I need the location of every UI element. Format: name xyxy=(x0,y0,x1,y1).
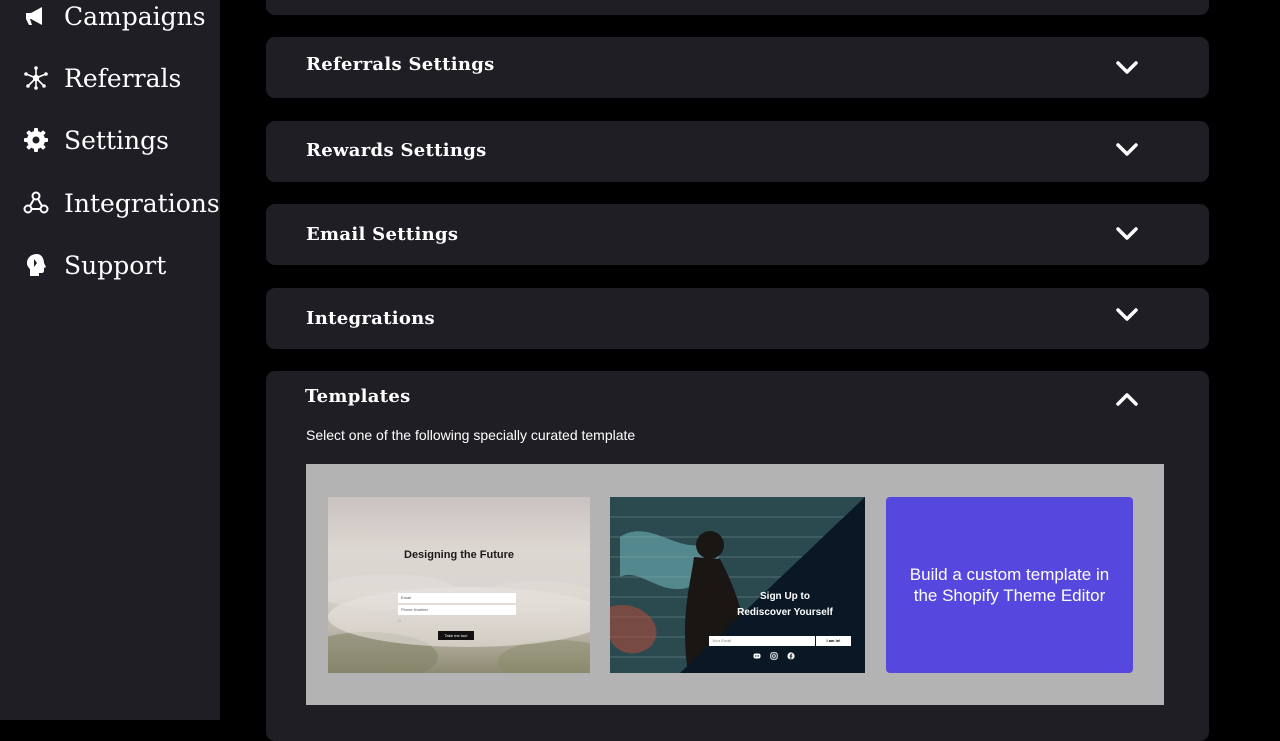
chevron-down-icon[interactable] xyxy=(1115,307,1139,323)
custom-template-text: Build a custom template in the Shopify T… xyxy=(909,565,1110,605)
webhook-icon xyxy=(23,191,49,214)
sidebar-item-label: Integrations xyxy=(64,188,220,218)
signup-button: I am in! xyxy=(816,636,851,646)
support-head-icon xyxy=(27,254,46,276)
panel-title: Email Settings xyxy=(306,224,459,245)
gear-icon xyxy=(24,128,48,152)
sidebar-item-support[interactable]: Support xyxy=(22,245,166,285)
main-content: Referrals Settings Rewards Settings Emai… xyxy=(220,0,1280,741)
chevron-down-icon[interactable] xyxy=(1115,60,1139,76)
panel-templates: Templates Select one of the following sp… xyxy=(266,371,1209,741)
phone-field: Phone Number xyxy=(398,605,516,615)
chevron-down-icon[interactable] xyxy=(1115,226,1139,242)
megaphone-icon xyxy=(26,7,42,25)
sidebar-item-campaigns[interactable]: Campaigns xyxy=(22,0,206,36)
sidebar-item-integrations[interactable]: Integrations xyxy=(22,183,220,223)
sidebar-item-label: Referrals xyxy=(64,63,182,93)
template-card-title: Sign Up to Rediscover Yourself xyxy=(737,591,833,618)
sidebar-item-referrals[interactable]: Referrals xyxy=(22,58,181,98)
template-card-designing-future[interactable]: Designing the Future Email Phone Number … xyxy=(328,497,590,673)
templates-subtitle: Select one of the following specially cu… xyxy=(306,427,636,443)
sidebar-item-label: Settings xyxy=(64,125,169,155)
template-gallery: Designing the Future Email Phone Number … xyxy=(306,464,1164,705)
panel-referrals-settings[interactable]: Referrals Settings xyxy=(266,37,1209,98)
discord-icon xyxy=(753,653,761,659)
sidebar-item-label: Campaigns xyxy=(64,1,206,31)
signup-button: Take me too! xyxy=(438,631,474,640)
panel-title: Referrals Settings xyxy=(306,54,495,75)
chevron-down-icon[interactable] xyxy=(1115,142,1139,158)
sidebar-item-label: Support xyxy=(64,250,167,280)
sidebar: Campaigns Referrals Settings Integration… xyxy=(0,0,220,720)
graffiti-wall-image xyxy=(610,497,865,673)
sidebar-item-settings[interactable]: Settings xyxy=(22,120,169,160)
template-card-custom[interactable]: Build a custom template in the Shopify T… xyxy=(886,497,1133,673)
facebook-icon xyxy=(787,652,795,660)
instagram-icon xyxy=(770,652,778,660)
fog-landscape-image xyxy=(328,574,590,673)
panel-integrations[interactable]: Integrations xyxy=(266,288,1209,349)
consent-checkbox: ☐ xyxy=(398,619,401,623)
panel-email-settings[interactable]: Email Settings xyxy=(266,204,1209,265)
email-field: Email xyxy=(398,593,516,603)
chevron-up-icon[interactable] xyxy=(1115,391,1139,407)
email-field: Your Email xyxy=(709,636,815,646)
panel-title: Templates xyxy=(305,386,411,407)
template-card-title: Designing the Future xyxy=(404,549,514,561)
settings-panel-partial xyxy=(266,0,1209,15)
panel-title: Integrations xyxy=(306,308,435,329)
template-card-rediscover[interactable]: Sign Up to Rediscover Yourself Your Emai… xyxy=(610,497,865,673)
panel-rewards-settings[interactable]: Rewards Settings xyxy=(266,121,1209,182)
panel-title: Rewards Settings xyxy=(306,140,487,161)
network-icon xyxy=(24,66,48,90)
